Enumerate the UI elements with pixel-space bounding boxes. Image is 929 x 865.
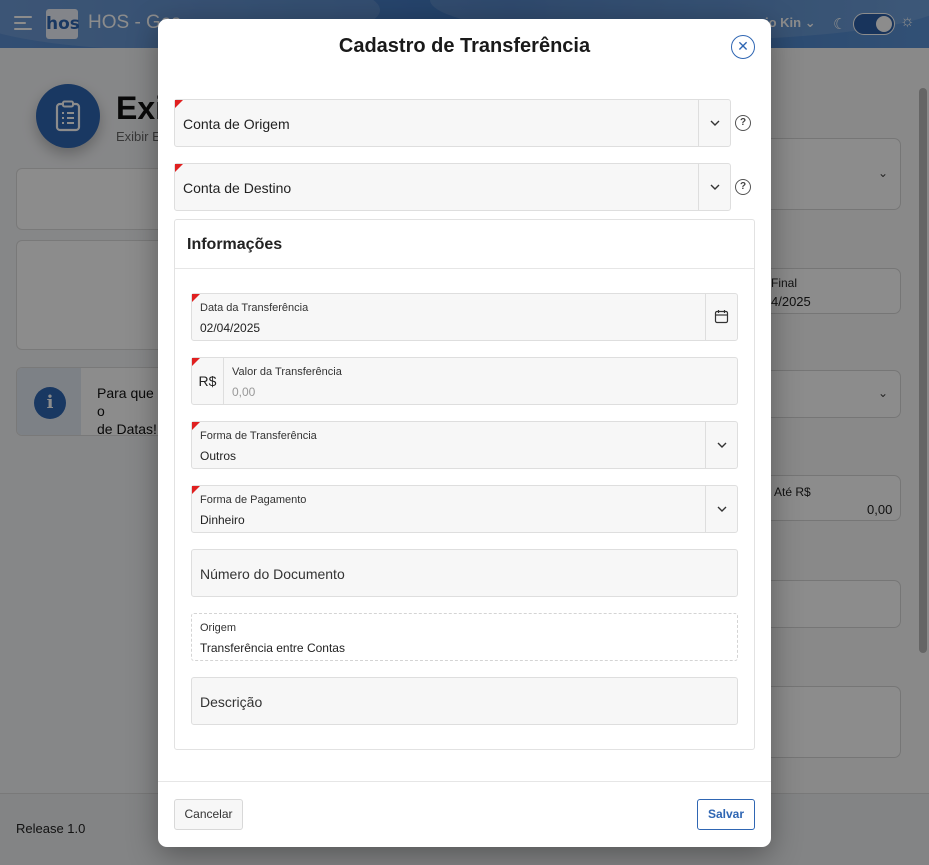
- required-marker: [192, 422, 200, 430]
- data-transferencia-field[interactable]: Data da Transferência 02/04/2025: [191, 293, 738, 341]
- data-transferencia-label: Data da Transferência: [200, 302, 309, 314]
- valor-transferencia-field[interactable]: R$ Valor da Transferência 0,00: [191, 357, 738, 405]
- chevron-down-icon: [710, 120, 720, 126]
- chevron-down-icon: [710, 184, 720, 190]
- required-marker: [175, 100, 183, 108]
- transfer-modal: Cadastro de Transferência ✕ Conta de Ori…: [158, 19, 771, 847]
- conta-origem-select[interactable]: Conta de Origem: [174, 99, 731, 147]
- conta-origem-label: Conta de Origem: [183, 116, 290, 132]
- valor-transferencia-input[interactable]: 0,00: [232, 385, 255, 399]
- origem-value: Transferência entre Contas: [200, 641, 345, 655]
- required-marker: [192, 294, 200, 302]
- modal-footer: Cancelar Salvar: [158, 781, 771, 847]
- close-button[interactable]: ✕: [731, 35, 755, 59]
- forma-pagamento-select[interactable]: Forma de Pagamento Dinheiro: [191, 485, 738, 533]
- descricao-input[interactable]: Descrição: [191, 677, 738, 725]
- info-panel-header: Informações: [175, 220, 754, 269]
- forma-transferencia-select[interactable]: Forma de Transferência Outros: [191, 421, 738, 469]
- valor-transferencia-label: Valor da Transferência: [232, 366, 342, 378]
- forma-pagamento-label: Forma de Pagamento: [200, 494, 307, 506]
- descricao-placeholder: Descrição: [200, 694, 263, 710]
- help-icon[interactable]: ?: [735, 179, 751, 195]
- required-marker: [175, 164, 183, 172]
- chevron-down-icon: [717, 442, 727, 448]
- numero-documento-placeholder: Número do Documento: [200, 566, 345, 582]
- origem-field: Origem Transferência entre Contas: [191, 613, 738, 661]
- info-panel: Informações Data da Transferência 02/04/…: [174, 219, 755, 750]
- forma-pagamento-value: Dinheiro: [200, 513, 245, 527]
- chevron-down-icon: [717, 506, 727, 512]
- currency-prefix: R$: [192, 358, 224, 404]
- conta-destino-select[interactable]: Conta de Destino: [174, 163, 731, 211]
- info-panel-title: Informações: [187, 236, 283, 253]
- origem-label: Origem: [200, 622, 237, 634]
- forma-transferencia-label: Forma de Transferência: [200, 430, 317, 442]
- close-icon: ✕: [737, 38, 749, 54]
- cancel-button[interactable]: Cancelar: [174, 799, 243, 830]
- required-marker: [192, 486, 200, 494]
- conta-destino-label: Conta de Destino: [183, 180, 292, 196]
- data-transferencia-value: 02/04/2025: [200, 321, 261, 335]
- numero-documento-input[interactable]: Número do Documento: [191, 549, 738, 597]
- calendar-icon[interactable]: [714, 309, 729, 324]
- forma-transferencia-value: Outros: [200, 449, 237, 463]
- modal-title: Cadastro de Transferência: [338, 35, 591, 57]
- save-button[interactable]: Salvar: [697, 799, 755, 830]
- help-icon[interactable]: ?: [735, 115, 751, 131]
